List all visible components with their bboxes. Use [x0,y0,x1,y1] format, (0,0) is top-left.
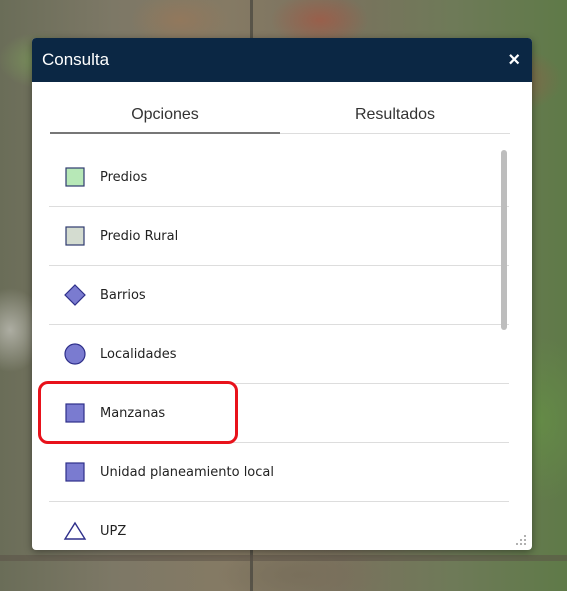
query-panel: Consulta × Opciones Resultados Predios P… [32,38,532,550]
list-item-manzanas[interactable]: Manzanas [49,384,509,443]
list-item-label: UPZ [100,523,127,539]
panel-title: Consulta [42,50,110,69]
layer-list: Predios Predio Rural Barrios Localidades… [49,148,509,540]
list-item-label: Predio Rural [100,228,179,244]
map-road [0,555,567,561]
list-item-unidad-planeamiento-local[interactable]: Unidad planeamiento local [49,443,509,502]
tab-opciones[interactable]: Opciones [50,106,280,134]
circle-icon [63,342,87,366]
list-item-predio-rural[interactable]: Predio Rural [49,207,509,266]
square-icon [63,401,87,425]
close-button[interactable]: × [508,50,520,70]
resize-grip-icon[interactable] [514,532,528,546]
list-item-label: Predios [100,169,148,185]
panel-header: Consulta × [32,38,532,82]
square-icon [63,224,87,248]
tab-resultados[interactable]: Resultados [280,106,510,134]
list-item-label: Manzanas [100,405,166,421]
list-item-localidades[interactable]: Localidades [49,325,509,384]
list-item-label: Localidades [100,346,177,362]
square-icon [63,460,87,484]
list-item-label: Unidad planeamiento local [100,464,274,480]
triangle-icon [63,519,87,540]
list-item-predios[interactable]: Predios [49,148,509,207]
square-icon [63,165,87,189]
list-item-label: Barrios [100,287,146,303]
diamond-icon [63,283,87,307]
list-item-upz[interactable]: UPZ [49,502,509,540]
list-item-barrios[interactable]: Barrios [49,266,509,325]
tab-bar: Opciones Resultados [50,106,510,134]
scrollbar-thumb[interactable] [501,150,507,330]
